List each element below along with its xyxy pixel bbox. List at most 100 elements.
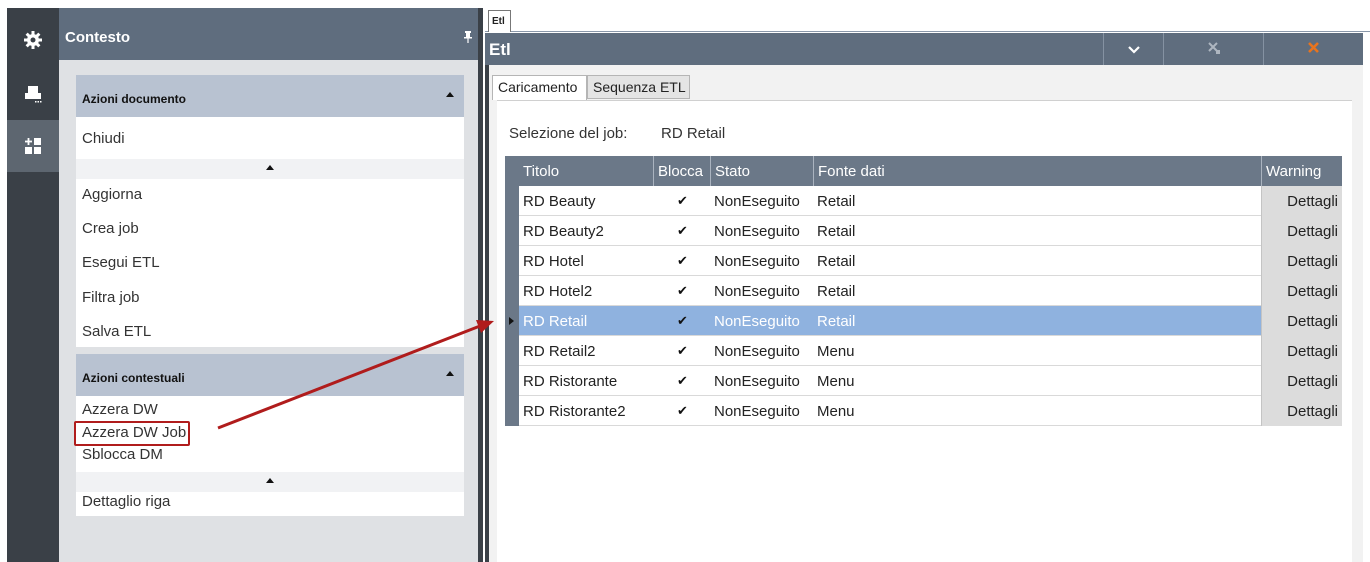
table-row[interactable]: RD Hotel2 ✔ NonEseguito Retail Dettagli (505, 276, 1342, 306)
dettagli-button[interactable]: Dettagli (1261, 186, 1342, 216)
row-selector[interactable] (505, 276, 519, 306)
document-tab-etl[interactable]: Etl (488, 10, 511, 32)
table-row[interactable]: RD Beauty ✔ NonEseguito Retail Dettagli (505, 186, 1342, 216)
checkbox[interactable]: ✔ (677, 314, 689, 327)
column-header-warning[interactable]: Warning (1261, 156, 1342, 186)
etl-window: Etl Etl Caricamento Sequenza ETL Selezio… (485, 8, 1370, 562)
row-selector[interactable] (505, 396, 519, 426)
cell-stato[interactable]: NonEseguito (710, 366, 813, 396)
checkbox[interactable]: ✔ (677, 404, 689, 417)
table-row[interactable]: RD Ristorante ✔ NonEseguito Menu Dettagl… (505, 366, 1342, 396)
dettagli-button[interactable]: Dettagli (1261, 396, 1342, 426)
tab-sequenza-etl[interactable]: Sequenza ETL (587, 75, 690, 99)
cell-blocca[interactable]: ✔ (653, 336, 710, 366)
cell-fonte-dati[interactable]: Retail (813, 306, 1261, 336)
dropdown-button[interactable] (1103, 33, 1163, 65)
cell-fonte-dati[interactable]: Retail (813, 246, 1261, 276)
cell-blocca[interactable]: ✔ (653, 186, 710, 216)
cell-titolo[interactable]: RD Retail (519, 306, 653, 336)
column-header-blocca[interactable]: Blocca (653, 156, 710, 186)
scroll-up-button[interactable] (76, 159, 464, 179)
section-header[interactable]: Azioni documento (76, 75, 464, 117)
cell-fonte-dati[interactable]: Menu (813, 396, 1261, 426)
section-azioni-documento: Azioni documento Chiudi Aggiorna Crea jo… (76, 75, 464, 347)
cell-titolo[interactable]: RD Beauty (519, 186, 653, 216)
row-selector[interactable] (505, 246, 519, 276)
row-selector[interactable] (505, 336, 519, 366)
checkbox[interactable]: ✔ (677, 284, 689, 297)
checkbox[interactable]: ✔ (677, 374, 689, 387)
checkbox[interactable]: ✔ (677, 224, 689, 237)
action-aggiorna[interactable]: Aggiorna (82, 186, 142, 203)
pin-icon[interactable] (464, 30, 472, 46)
cell-titolo[interactable]: RD Hotel (519, 246, 653, 276)
cell-titolo[interactable]: RD Beauty2 (519, 216, 653, 246)
cell-blocca[interactable]: ✔ (653, 396, 710, 426)
close-button[interactable] (1263, 33, 1363, 65)
dashboard-add-icon (23, 136, 43, 156)
action-salva-etl[interactable]: Salva ETL (82, 323, 151, 340)
print-button[interactable] (7, 68, 59, 120)
table-row[interactable]: RD Hotel ✔ NonEseguito Retail Dettagli (505, 246, 1342, 276)
cell-fonte-dati[interactable]: Retail (813, 216, 1261, 246)
dashboard-button[interactable] (7, 120, 59, 172)
cell-fonte-dati[interactable]: Menu (813, 366, 1261, 396)
collapse-caret-icon[interactable] (446, 371, 454, 376)
checkbox[interactable]: ✔ (677, 344, 689, 357)
action-sblocca-dm[interactable]: Sblocca DM (82, 446, 163, 463)
dettagli-button[interactable]: Dettagli (1261, 336, 1342, 366)
row-selector[interactable] (505, 366, 519, 396)
action-crea-job[interactable]: Crea job (82, 220, 139, 237)
action-dettaglio-riga[interactable]: Dettaglio riga (82, 493, 170, 510)
table-row-selected[interactable]: RD Retail ✔ NonEseguito Retail Dettagli (505, 306, 1342, 336)
cell-titolo[interactable]: RD Hotel2 (519, 276, 653, 306)
dettagli-button[interactable]: Dettagli (1261, 216, 1342, 246)
cell-stato[interactable]: NonEseguito (710, 396, 813, 426)
cell-blocca[interactable]: ✔ (653, 276, 710, 306)
cell-titolo[interactable]: RD Ristorante2 (519, 396, 653, 426)
column-header-fonte-dati[interactable]: Fonte dati (813, 156, 1261, 186)
column-header-titolo[interactable]: Titolo (519, 156, 653, 186)
selection-value: RD Retail (661, 125, 726, 142)
cell-stato[interactable]: NonEseguito (710, 276, 813, 306)
cell-blocca[interactable]: ✔ (653, 216, 710, 246)
row-selector[interactable] (505, 216, 519, 246)
cell-blocca[interactable]: ✔ (653, 366, 710, 396)
row-selector[interactable] (505, 186, 519, 216)
settings-button[interactable] (7, 14, 59, 66)
cell-titolo[interactable]: RD Ristorante (519, 366, 653, 396)
action-chiudi[interactable]: Chiudi (82, 130, 125, 147)
dettagli-button[interactable]: Dettagli (1261, 366, 1342, 396)
scroll-up-button[interactable] (76, 472, 464, 492)
cell-titolo[interactable]: RD Retail2 (519, 336, 653, 366)
checkbox[interactable]: ✔ (677, 254, 689, 267)
cell-stato[interactable]: NonEseguito (710, 216, 813, 246)
printer-icon (23, 84, 43, 104)
action-azzera-dw[interactable]: Azzera DW (82, 401, 158, 418)
cell-stato[interactable]: NonEseguito (710, 336, 813, 366)
table-row[interactable]: RD Beauty2 ✔ NonEseguito Retail Dettagli (505, 216, 1342, 246)
cell-fonte-dati[interactable]: Retail (813, 276, 1261, 306)
context-header: Contesto (59, 8, 478, 60)
detach-button[interactable] (1163, 33, 1263, 65)
action-esegui-etl[interactable]: Esegui ETL (82, 254, 160, 271)
cell-blocca[interactable]: ✔ (653, 306, 710, 336)
dettagli-button[interactable]: Dettagli (1261, 276, 1342, 306)
cell-stato[interactable]: NonEseguito (710, 186, 813, 216)
checkbox[interactable]: ✔ (677, 194, 689, 207)
cell-stato[interactable]: NonEseguito (710, 246, 813, 276)
dettagli-button[interactable]: Dettagli (1261, 306, 1342, 336)
table-row[interactable]: RD Ristorante2 ✔ NonEseguito Menu Dettag… (505, 396, 1342, 426)
cell-fonte-dati[interactable]: Menu (813, 336, 1261, 366)
dettagli-button[interactable]: Dettagli (1261, 246, 1342, 276)
row-selector[interactable] (505, 306, 519, 336)
collapse-caret-icon[interactable] (446, 92, 454, 97)
table-row[interactable]: RD Retail2 ✔ NonEseguito Menu Dettagli (505, 336, 1342, 366)
column-header-stato[interactable]: Stato (710, 156, 813, 186)
tab-caricamento[interactable]: Caricamento (492, 75, 587, 100)
cell-stato[interactable]: NonEseguito (710, 306, 813, 336)
cell-blocca[interactable]: ✔ (653, 246, 710, 276)
section-header[interactable]: Azioni contestuali (76, 354, 464, 396)
cell-fonte-dati[interactable]: Retail (813, 186, 1261, 216)
action-filtra-job[interactable]: Filtra job (82, 289, 140, 306)
